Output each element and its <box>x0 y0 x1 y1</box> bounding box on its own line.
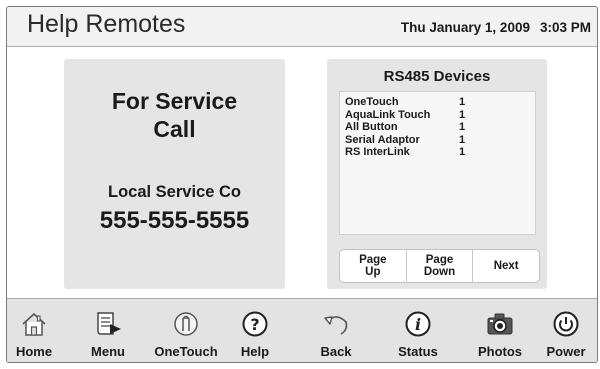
nav-back-button[interactable]: Back <box>303 299 369 362</box>
device-name: Serial Adaptor <box>345 133 420 146</box>
nav-photos-button[interactable]: Photos <box>467 299 533 362</box>
device-count: 1 <box>459 133 466 146</box>
time-display: 3:03 PM <box>539 20 591 35</box>
document-icon <box>93 309 123 339</box>
pager-buttons: Page Up Page Down Next <box>339 249 540 283</box>
nav-home-button[interactable]: Home <box>7 299 67 362</box>
page-up-button[interactable]: Page Up <box>340 250 407 282</box>
device-count: 1 <box>459 108 466 121</box>
nav-back-label: Back <box>320 344 352 359</box>
nav-home-label: Home <box>15 344 53 359</box>
page-down-button[interactable]: Page Down <box>407 250 474 282</box>
nav-help-label: Help <box>240 344 270 359</box>
nav-power-label: Power <box>546 344 586 359</box>
list-item: Serial Adaptor 1 <box>345 134 535 147</box>
nav-photos-label: Photos <box>477 344 523 359</box>
date-time: Thu January 1, 2009 3:03 PM <box>401 20 591 35</box>
house-icon <box>19 309 49 339</box>
device-name: AquaLink Touch <box>345 108 431 121</box>
next-button[interactable]: Next <box>473 250 539 282</box>
service-heading: For Service Call <box>111 88 238 142</box>
service-company: Local Service Co <box>108 183 241 201</box>
nav-onetouch-label: OneTouch <box>154 344 218 359</box>
device-name: RS InterLink <box>345 146 410 158</box>
device-name: All Button <box>345 121 398 133</box>
svg-text:i: i <box>415 315 421 334</box>
device-count: 1 <box>459 96 466 108</box>
device-count: 1 <box>459 121 466 133</box>
info-icon: i <box>403 309 433 339</box>
date-display: Thu January 1, 2009 <box>400 20 530 35</box>
power-icon <box>551 309 581 339</box>
nav-status-label: Status <box>398 344 438 359</box>
list-item: OneTouch 1 <box>345 96 535 109</box>
nav-menu-label: Menu <box>91 344 125 359</box>
list-item: RS InterLink 1 <box>345 146 535 159</box>
devices-panel: RS485 Devices OneTouch 1 AquaLink Touch … <box>327 59 547 289</box>
screen-frame: Help Remotes Thu January 1, 2009 3:03 PM … <box>6 6 598 363</box>
svg-text:?: ? <box>250 315 259 334</box>
nav-menu-button[interactable]: Menu <box>75 299 141 362</box>
nav-onetouch-button[interactable]: OneTouch <box>153 299 219 362</box>
list-item: All Button 1 <box>345 121 535 134</box>
list-item: AquaLink Touch 1 <box>345 109 535 122</box>
question-icon: ? <box>240 309 270 339</box>
nav-status-button[interactable]: i Status <box>385 299 451 362</box>
finger-icon <box>171 309 201 339</box>
nav-power-button[interactable]: Power <box>533 299 597 362</box>
devices-list: OneTouch 1 AquaLink Touch 1 All Button 1… <box>339 91 536 235</box>
device-count: 1 <box>459 146 466 158</box>
page-title: Help Remotes <box>27 10 186 38</box>
bottom-nav: Home Menu OneTouch ? Help Back i Status … <box>7 298 597 362</box>
service-panel: For Service Call Local Service Co 555-55… <box>64 59 285 289</box>
header-bar: Help Remotes Thu January 1, 2009 3:03 PM <box>7 7 597 47</box>
camera-icon <box>485 309 515 339</box>
devices-title: RS485 Devices <box>383 68 491 85</box>
service-phone: 555-555-5555 <box>99 207 250 234</box>
nav-help-button[interactable]: ? Help <box>222 299 288 362</box>
back-arrow-icon <box>321 309 351 339</box>
device-name: OneTouch <box>345 96 399 108</box>
